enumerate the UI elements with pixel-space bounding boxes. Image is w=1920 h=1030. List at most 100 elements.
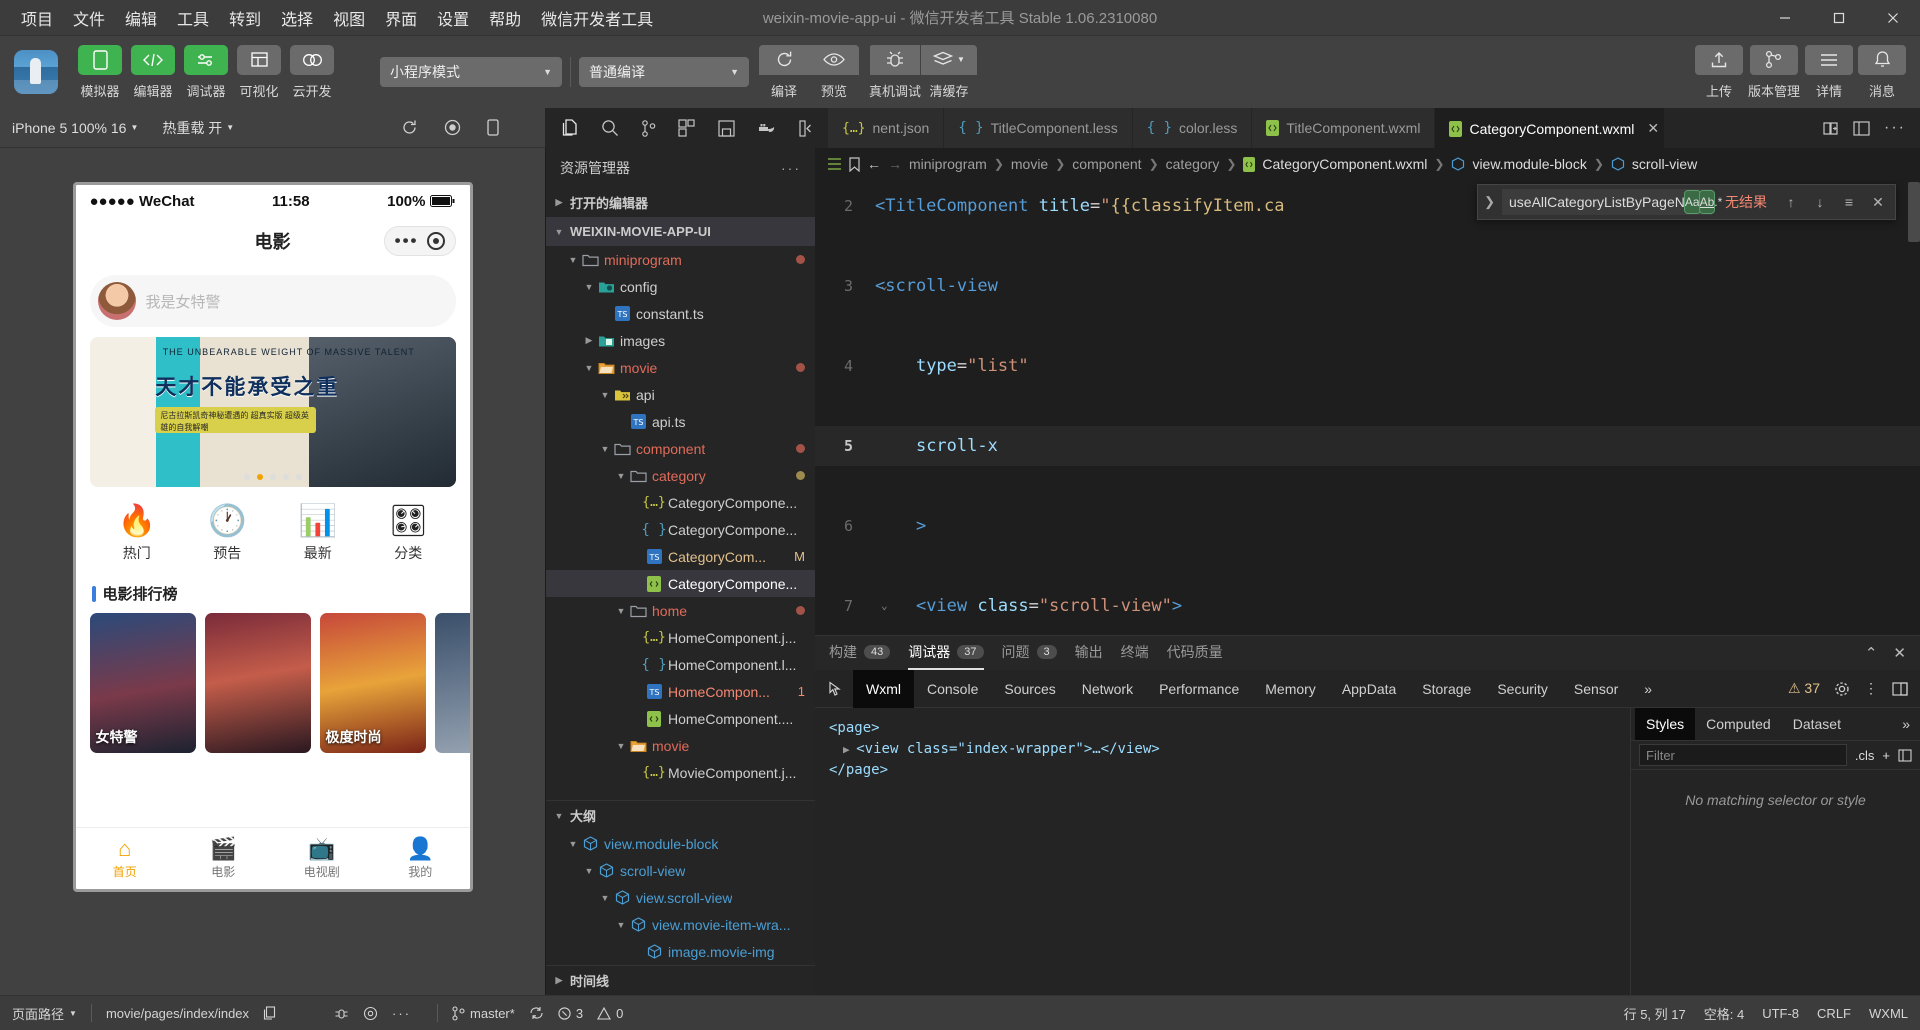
kebab-menu-icon[interactable]: ⋮ bbox=[1864, 680, 1878, 697]
cls-toggle[interactable]: .cls bbox=[1855, 748, 1875, 763]
tree-file-row[interactable]: TS api.ts bbox=[546, 408, 815, 435]
styles-tab-styles[interactable]: Styles bbox=[1635, 708, 1696, 740]
tabbar-item-tv[interactable]: 📺 电视剧 bbox=[273, 828, 372, 889]
more-icon[interactable]: ··· bbox=[1884, 119, 1906, 137]
explorer-more-icon[interactable]: ··· bbox=[781, 160, 801, 176]
capsule-target-icon[interactable] bbox=[426, 232, 445, 250]
category-newest[interactable]: 📊 最新 bbox=[287, 505, 349, 563]
category-hot[interactable]: 🔥 热门 bbox=[106, 505, 168, 563]
tree-folder-row[interactable]: ▼ home bbox=[546, 597, 815, 624]
page-path-select[interactable]: 页面路径 ▼ bbox=[12, 1004, 77, 1023]
new-style-rule-icon[interactable]: + bbox=[1882, 748, 1890, 763]
editor-tab-titlecomponent-wxml[interactable]: TitleComponent.wxml bbox=[1252, 108, 1436, 148]
tree-file-row[interactable]: {…} HomeComponent.j... bbox=[546, 624, 815, 651]
devtools-tab-security[interactable]: Security bbox=[1484, 670, 1561, 708]
tabbar-item-mine[interactable]: 👤 我的 bbox=[371, 828, 470, 889]
tree-folder-row[interactable]: ▼ miniprogram bbox=[546, 246, 815, 273]
copy-icon[interactable] bbox=[263, 1006, 276, 1020]
panel-tab-codequality[interactable]: 代码质量 bbox=[1167, 636, 1223, 670]
menu-item-project[interactable]: 项目 bbox=[12, 3, 62, 33]
menu-item-tools[interactable]: 工具 bbox=[168, 3, 218, 33]
find-close-icon[interactable]: ✕ bbox=[1867, 194, 1889, 211]
menu-item-settings[interactable]: 设置 bbox=[428, 3, 478, 33]
dom-node-page-open[interactable]: <page> bbox=[829, 718, 1616, 739]
chevron-down-icon[interactable]: ▼ bbox=[598, 893, 612, 903]
outline-row[interactable]: ▼ view.movie-item-wra... bbox=[546, 911, 815, 938]
breadcrumb-item[interactable]: category bbox=[1166, 156, 1220, 172]
git-branch[interactable]: master* bbox=[452, 1006, 515, 1021]
poster-item[interactable]: 极度时尚 bbox=[319, 613, 426, 753]
find-select-all-icon[interactable]: ≡ bbox=[1838, 194, 1860, 210]
tree-file-row[interactable]: {…} CategoryCompone... bbox=[546, 489, 815, 516]
search-icon[interactable] bbox=[601, 119, 619, 137]
category-classify[interactable]: 🎛 分类 bbox=[377, 505, 439, 563]
messages-button[interactable] bbox=[1858, 44, 1906, 75]
compile-select[interactable]: 普通编译 ▼ bbox=[579, 57, 749, 87]
outline-row[interactable]: image.movie-img bbox=[546, 938, 815, 965]
editor-tab-json[interactable]: {…} nent.json bbox=[828, 108, 945, 148]
find-input[interactable]: useAllCategoryListByPageN Aa Ab .* bbox=[1502, 189, 1722, 215]
panel-tab-terminal[interactable]: 终端 bbox=[1121, 636, 1149, 670]
panel-close-icon[interactable]: ✕ bbox=[1893, 644, 1906, 662]
styles-more-icon[interactable]: » bbox=[1902, 716, 1920, 732]
menu-item-help[interactable]: 帮助 bbox=[480, 3, 530, 33]
minimize-button[interactable] bbox=[1758, 0, 1812, 36]
code-line[interactable]: 3 ⌄ <scroll-view bbox=[815, 266, 1920, 306]
encoding-setting[interactable]: UTF-8 bbox=[1762, 1006, 1799, 1021]
warning-badge[interactable]: ⚠ 37 bbox=[1788, 680, 1820, 697]
devtools-tab-memory[interactable]: Memory bbox=[1252, 670, 1329, 708]
tree-file-row[interactable]: { } HomeComponent.l... bbox=[546, 651, 815, 678]
code-line[interactable]: 4 type="list" bbox=[815, 346, 1920, 386]
chevron-down-icon[interactable]: ▼ bbox=[582, 282, 596, 292]
code-line[interactable]: 7 ⌄ <view class="scroll-view"> bbox=[815, 586, 1920, 626]
styles-tab-dataset[interactable]: Dataset bbox=[1782, 708, 1852, 740]
editor-scrollbar[interactable] bbox=[1908, 182, 1920, 242]
panel-tab-debugger[interactable]: 调试器 37 bbox=[908, 636, 984, 670]
chevron-down-icon[interactable]: ▼ bbox=[566, 255, 580, 265]
styles-filter-input[interactable]: Filter bbox=[1639, 744, 1847, 766]
outline-row[interactable]: ▼ view.module-block bbox=[546, 830, 815, 857]
record-icon[interactable] bbox=[444, 119, 461, 136]
devtools-tab-wxml[interactable]: Wxml bbox=[853, 669, 914, 708]
tree-folder-row[interactable]: ▼ component bbox=[546, 435, 815, 462]
devtools-tab-performance[interactable]: Performance bbox=[1146, 670, 1252, 708]
editor-tab-categorycomponent-wxml[interactable]: CategoryComponent.wxml ✕ bbox=[1435, 108, 1666, 148]
open-editors-section[interactable]: ▶ 打开的编辑器 bbox=[546, 188, 815, 217]
tree-file-row[interactable]: TS constant.ts bbox=[546, 300, 815, 327]
source-control-icon[interactable] bbox=[641, 119, 656, 138]
tabbar-item-home[interactable]: ⌂ 首页 bbox=[76, 828, 175, 889]
preview-button[interactable] bbox=[809, 44, 859, 75]
devtools-tab-storage[interactable]: Storage bbox=[1409, 670, 1484, 708]
tree-file-row[interactable]: {…} MovieComponent.j... bbox=[546, 759, 815, 786]
cursor-position[interactable]: 行 5, 列 17 bbox=[1624, 1004, 1686, 1023]
bug-icon[interactable] bbox=[334, 1006, 349, 1021]
panel-tab-output[interactable]: 输出 bbox=[1075, 636, 1103, 670]
wechat-capsule[interactable]: ••• bbox=[383, 226, 456, 256]
code-editor[interactable]: 2 <TitleComponent title="{{classifyItem.c… bbox=[815, 180, 1920, 635]
devtools-tab-sensor[interactable]: Sensor bbox=[1561, 670, 1631, 708]
chevron-down-icon[interactable]: ▼ bbox=[566, 839, 580, 849]
warning-count[interactable]: 0 bbox=[597, 1006, 623, 1021]
project-section[interactable]: ▼ WEIXIN-MOVIE-APP-UI bbox=[546, 217, 815, 246]
toggle-sidebar-icon[interactable] bbox=[1898, 748, 1912, 762]
files-icon[interactable] bbox=[561, 118, 579, 138]
carousel-dot-active[interactable] bbox=[256, 474, 263, 480]
upload-button[interactable] bbox=[1694, 44, 1743, 75]
outline-row[interactable]: ▼ view.scroll-view bbox=[546, 884, 815, 911]
find-expand-icon[interactable]: ❯ bbox=[1484, 194, 1495, 210]
toolbar-cloud-button[interactable]: 云开发 bbox=[288, 44, 336, 100]
category-trailer[interactable]: 🕐 预告 bbox=[196, 505, 258, 563]
outline-row[interactable]: ▼ scroll-view bbox=[546, 857, 815, 884]
editor-tab-titlecomponent-less[interactable]: { } TitleComponent.less bbox=[944, 108, 1133, 148]
chevron-down-icon[interactable]: ▼ bbox=[614, 741, 628, 751]
nav-back-icon[interactable]: ← bbox=[867, 156, 881, 172]
chevron-right-icon[interactable]: ▶ bbox=[843, 743, 856, 756]
match-case-icon[interactable]: Aa bbox=[1683, 190, 1701, 214]
search-input[interactable]: 我是女特警 bbox=[146, 291, 221, 312]
menu-item-edit[interactable]: 编辑 bbox=[116, 3, 166, 33]
editor-tab-color-less[interactable]: { } color.less bbox=[1132, 108, 1253, 148]
code-line[interactable]: 6 > bbox=[815, 506, 1920, 546]
tree-file-row[interactable]: CategoryCompone... bbox=[546, 570, 815, 597]
menu-item-ui[interactable]: 界面 bbox=[376, 3, 426, 33]
styles-tab-computed[interactable]: Computed bbox=[1695, 708, 1782, 740]
